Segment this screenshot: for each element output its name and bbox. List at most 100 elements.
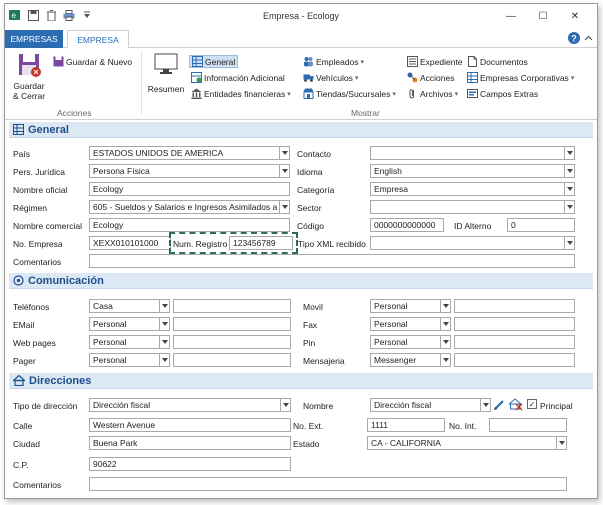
chevron-down-icon[interactable] xyxy=(564,237,574,249)
chevron-down-icon[interactable] xyxy=(280,399,290,411)
categoria-value: Empresa xyxy=(374,184,409,194)
tiendas-button[interactable]: Tiendas/Sucursales ▾ xyxy=(303,88,396,99)
close-button[interactable]: ✕ xyxy=(559,8,591,24)
chevron-down-icon[interactable] xyxy=(440,354,450,366)
tab-empresas[interactable]: EMPRESAS xyxy=(5,30,63,48)
chevron-down-icon[interactable] xyxy=(279,201,289,213)
idioma-select[interactable]: English xyxy=(370,164,575,178)
documentos-button[interactable]: Documentos xyxy=(467,56,528,67)
info-adicional-button[interactable]: Información Adicional xyxy=(191,72,285,83)
title-bar: e Empresa - Ecology — ☐ ✕ xyxy=(5,4,597,28)
grid-icon xyxy=(13,124,24,135)
codigo-input[interactable]: 0000000000000 xyxy=(370,218,444,232)
calle-input[interactable]: Western Avenue xyxy=(89,418,291,432)
chevron-down-icon[interactable] xyxy=(564,165,574,177)
fax-input[interactable] xyxy=(454,317,575,331)
pin-type-select[interactable]: Personal xyxy=(370,335,451,349)
archivos-button[interactable]: Archivos ▾ xyxy=(407,88,458,99)
empleados-button[interactable]: Empleados ▾ xyxy=(303,56,364,67)
acciones-button[interactable]: Acciones xyxy=(407,72,455,83)
general-button[interactable]: General xyxy=(189,55,239,68)
pager-type-value: Personal xyxy=(93,355,127,365)
chevron-down-icon[interactable] xyxy=(159,318,169,330)
id-alterno-input[interactable]: 0 xyxy=(507,218,575,232)
chevron-down-icon[interactable] xyxy=(159,300,169,312)
collapse-ribbon-icon[interactable] xyxy=(584,34,593,45)
principal-checkbox[interactable]: ✓ xyxy=(527,399,537,409)
email-type-select[interactable]: Personal xyxy=(89,317,170,331)
sector-select[interactable] xyxy=(370,200,575,214)
chevron-down-icon[interactable] xyxy=(556,437,566,449)
entidades-button[interactable]: Entidades financieras ▾ xyxy=(191,88,291,99)
web-input[interactable] xyxy=(173,335,291,349)
ciudad-input[interactable]: Buena Park xyxy=(89,436,291,450)
pers-juridica-select[interactable]: Persona Física xyxy=(89,164,290,178)
comentarios-direccion-input[interactable] xyxy=(89,477,567,491)
comentarios-input[interactable] xyxy=(89,254,575,268)
fax-type-value: Personal xyxy=(374,319,408,329)
nombre-oficial-label: Nombre oficial xyxy=(13,185,68,195)
mostrar-group-label: Mostrar xyxy=(351,108,380,118)
chevron-down-icon[interactable] xyxy=(279,147,289,159)
pin-label: Pin xyxy=(303,338,316,348)
categoria-select[interactable]: Empresa xyxy=(370,182,575,196)
actions-icon xyxy=(407,72,418,83)
movil-type-select[interactable]: Personal xyxy=(370,299,451,313)
pin-input[interactable] xyxy=(454,335,575,349)
campos-extras-button[interactable]: Campos Extras xyxy=(467,88,538,99)
delete-address-icon[interactable] xyxy=(507,398,523,413)
chevron-down-icon[interactable] xyxy=(440,318,450,330)
nombre-direccion-select[interactable]: Dirección fiscal xyxy=(370,398,491,412)
no-empresa-label: No. Empresa xyxy=(13,239,63,249)
tipo-xml-select[interactable] xyxy=(370,236,575,250)
no-ext-label: No. Ext. xyxy=(293,421,324,431)
chevron-down-icon: ▾ xyxy=(360,58,365,66)
no-ext-input[interactable]: 1111 xyxy=(367,418,445,432)
chevron-down-icon[interactable] xyxy=(564,183,574,195)
chevron-down-icon[interactable] xyxy=(159,336,169,348)
chevron-down-icon[interactable] xyxy=(440,300,450,312)
pager-input[interactable] xyxy=(173,353,291,367)
nombre-comercial-input[interactable]: Ecology xyxy=(89,218,290,232)
pager-type-select[interactable]: Personal xyxy=(89,353,170,367)
chevron-down-icon[interactable] xyxy=(564,147,574,159)
web-type-select[interactable]: Personal xyxy=(89,335,170,349)
help-icon[interactable]: ? xyxy=(568,32,580,46)
chevron-down-icon[interactable] xyxy=(279,165,289,177)
no-empresa-input[interactable]: XEXX010101000 xyxy=(89,236,171,250)
maximize-button[interactable]: ☐ xyxy=(527,8,559,24)
movil-input[interactable] xyxy=(454,299,575,313)
telefonos-input[interactable] xyxy=(173,299,291,313)
chevron-down-icon[interactable] xyxy=(159,354,169,366)
calle-label: Calle xyxy=(13,421,33,431)
pais-select[interactable]: ESTADOS UNIDOS DE AMERICA xyxy=(89,146,290,160)
chevron-down-icon[interactable] xyxy=(440,336,450,348)
nombre-oficial-input[interactable]: Ecology xyxy=(89,182,290,196)
save-new-button[interactable]: Guardar & Nuevo xyxy=(53,56,132,67)
cp-input[interactable]: 90622 xyxy=(89,457,291,471)
comunicacion-heading: Comunicación xyxy=(28,274,104,287)
empresas-corp-button[interactable]: Empresas Corporativas ▾ xyxy=(467,72,574,83)
chevron-down-icon[interactable] xyxy=(480,399,490,411)
tab-empresa[interactable]: EMPRESA xyxy=(67,30,129,49)
vehiculos-button[interactable]: Vehículos ▾ xyxy=(303,72,358,83)
minimize-button[interactable]: — xyxy=(495,8,527,24)
email-input[interactable] xyxy=(173,317,291,331)
contacto-label: Contacto xyxy=(297,149,332,159)
no-int-input[interactable] xyxy=(489,418,567,432)
mensajeria-type-select[interactable]: Messenger xyxy=(370,353,451,367)
pais-label: País xyxy=(13,149,31,159)
expediente-button[interactable]: Expediente xyxy=(407,56,463,67)
telefonos-type-select[interactable]: Casa xyxy=(89,299,170,313)
fax-type-select[interactable]: Personal xyxy=(370,317,451,331)
estado-select[interactable]: CA - CALIFORNIA xyxy=(367,436,567,450)
resumen-button[interactable]: Resumen xyxy=(145,52,187,100)
mensajeria-input[interactable] xyxy=(454,353,575,367)
save-close-button[interactable]: Guardar & Cerrar xyxy=(11,52,47,106)
regimen-select[interactable]: 605 - Sueldos y Salarios e Ingresos Asim… xyxy=(89,200,290,214)
contacto-select[interactable] xyxy=(370,146,575,160)
edit-pencil-icon[interactable] xyxy=(493,398,506,413)
chevron-down-icon[interactable] xyxy=(564,201,574,213)
tipo-direccion-select[interactable]: Dirección fiscal xyxy=(89,398,291,412)
telefonos-label: Teléfonos xyxy=(13,302,50,312)
